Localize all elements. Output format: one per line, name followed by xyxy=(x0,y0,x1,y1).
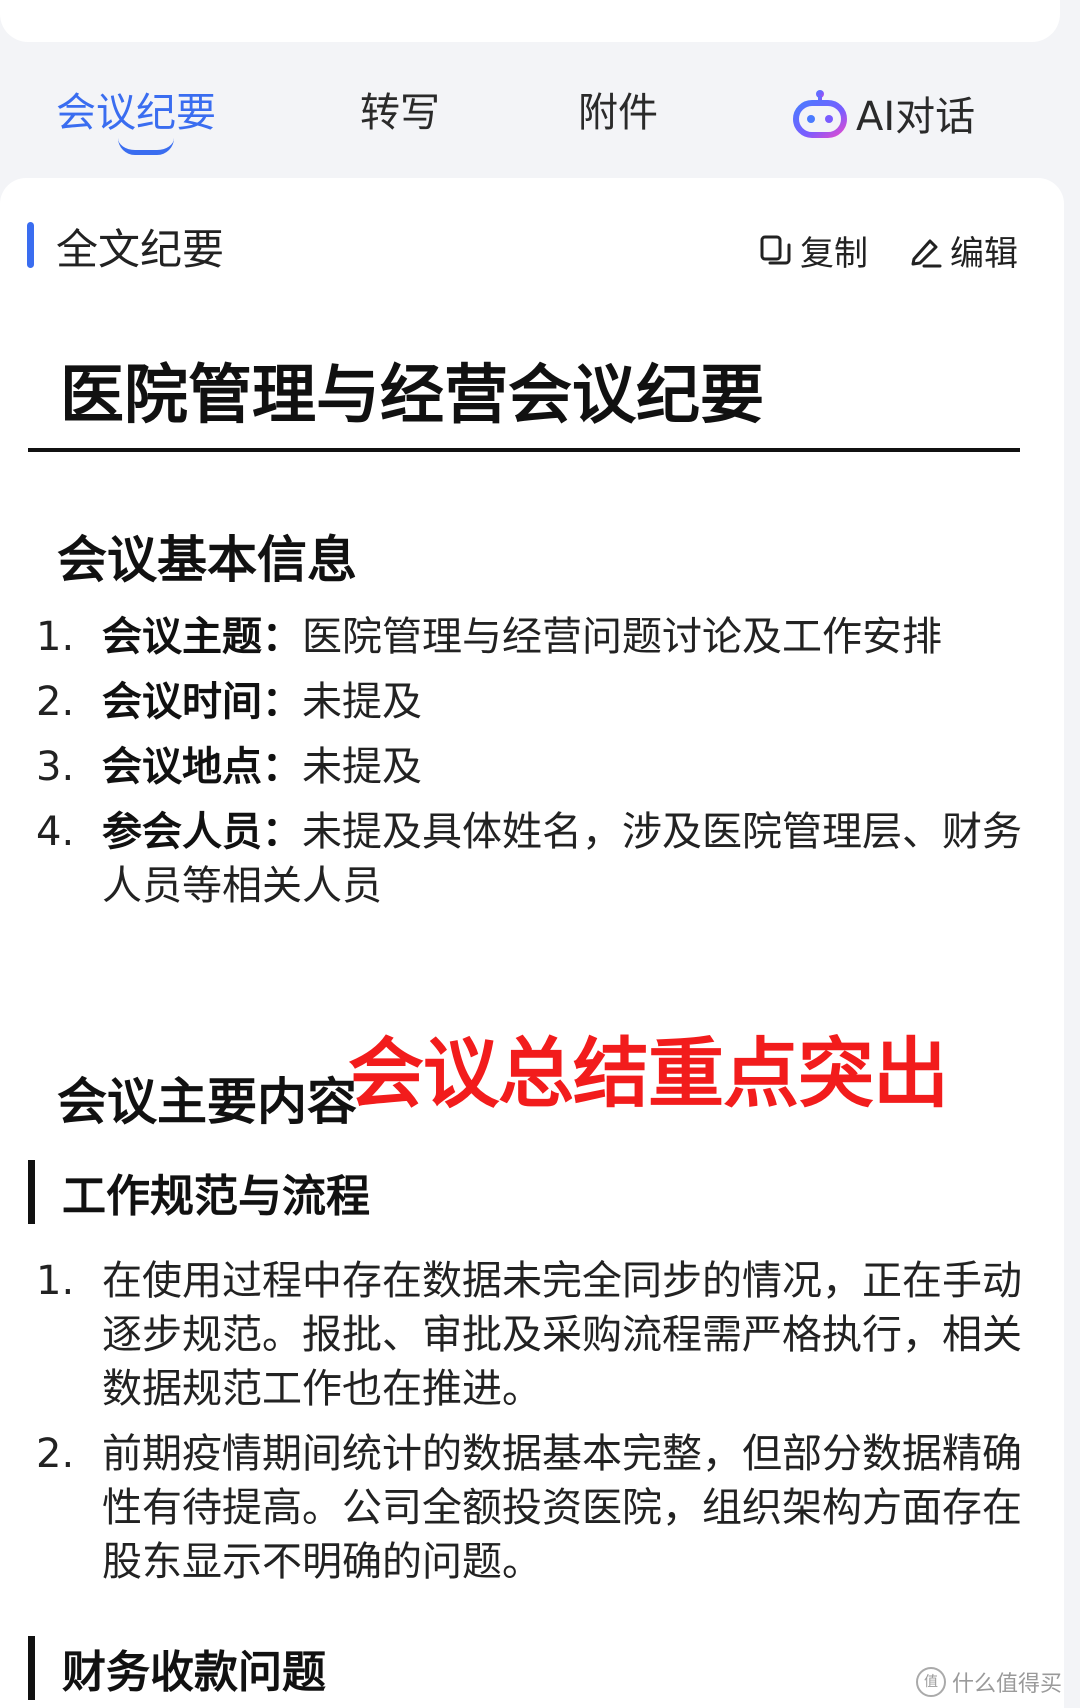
item-text: 在使用过程中存在数据未完全同步的情况，正在手动逐步规范。报批、审批及采购流程需严… xyxy=(102,1258,1022,1412)
edit-pencil-icon xyxy=(911,239,942,267)
item-label: 会议时间： xyxy=(102,679,302,725)
basic-info-list: 1. 会议主题：医院管理与经营问题讨论及工作安排 2. 会议时间：未提及 3. 会议地… xyxy=(0,610,1040,924)
edit-button[interactable]: 编辑 xyxy=(908,226,1018,275)
item-number: 4. xyxy=(36,809,75,855)
list-item: 1. 在使用过程中存在数据未完全同步的情况，正在手动逐步规范。报批、审批及采购流程… xyxy=(0,1254,1040,1416)
tab-minutes[interactable]: 会议纪要 xyxy=(56,80,216,138)
list-item: 2. 会议时间：未提及 xyxy=(0,675,1040,729)
top-card xyxy=(0,0,1060,42)
watermark: 值 什么值得买 xyxy=(915,1666,1062,1698)
item-number: 1. xyxy=(36,614,75,660)
finance-heading: 财务收款问题 xyxy=(62,1647,326,1698)
item-text: 医院管理与经营问题讨论及工作安排 xyxy=(302,614,942,660)
section-title: 全文纪要 xyxy=(56,225,225,274)
tab-transcript-label: 转写 xyxy=(360,90,440,136)
ai-robot-icon xyxy=(793,90,847,138)
subheading-bar xyxy=(28,1160,35,1224)
copy-icon xyxy=(760,235,791,264)
edit-button-label: 编辑 xyxy=(950,234,1018,274)
item-text: 前期疫情期间统计的数据基本完整，但部分数据精确性有待提高。公司全额投资医院，组织… xyxy=(102,1431,1022,1585)
item-label: 会议地点： xyxy=(102,744,302,790)
workflow-list: 1. 在使用过程中存在数据未完全同步的情况，正在手动逐步规范。报批、审批及采购流程… xyxy=(0,1254,1040,1600)
list-item: 2. 前期疫情期间统计的数据基本完整，但部分数据精确性有待提高。公司全额投资医院，… xyxy=(0,1427,1040,1589)
annotation-overlay-text: 会议总结重点突出 xyxy=(348,1029,949,1118)
document-title: 医院管理与经营会议纪要 xyxy=(60,359,764,433)
copy-button-label: 复制 xyxy=(800,234,868,274)
tab-transcript[interactable]: 转写 xyxy=(360,80,440,138)
list-item: 1. 会议主题：医院管理与经营问题讨论及工作安排 xyxy=(0,610,1040,664)
section-accent-bar xyxy=(27,222,34,268)
watermark-text: 什么值得买 xyxy=(951,1672,1062,1697)
item-number: 2. xyxy=(36,1431,75,1477)
item-number: 3. xyxy=(36,744,75,790)
subheading-bar xyxy=(28,1636,35,1700)
tab-attachments[interactable]: 附件 xyxy=(578,80,658,138)
item-label: 会议主题： xyxy=(102,614,302,660)
tab-ai-chat[interactable]: AI对话 xyxy=(792,84,975,142)
tab-attachments-label: 附件 xyxy=(578,90,658,136)
minutes-panel: 全文纪要 复制 编辑 医院管理与经营会议纪要 会议基本信息 1. 会议主题：医院管… xyxy=(0,178,1064,1708)
item-label: 参会人员： xyxy=(102,809,302,855)
tab-bar: 会议纪要 转写 附件 AI对话 xyxy=(0,66,1080,162)
watermark-logo-icon: 值 xyxy=(915,1667,946,1697)
tab-minutes-label: 会议纪要 xyxy=(56,90,216,136)
item-text: 未提及 xyxy=(302,679,422,725)
list-item: 4. 参会人员：未提及具体姓名，涉及医院管理层、财务人员等相关人员 xyxy=(0,805,1040,913)
item-number: 2. xyxy=(36,679,75,725)
item-text: 未提及 xyxy=(302,744,422,790)
workflow-heading: 工作规范与流程 xyxy=(62,1171,370,1222)
tab-ai-chat-label: AI对话 xyxy=(856,94,976,140)
main-content-heading: 会议主要内容 xyxy=(57,1073,357,1131)
copy-button[interactable]: 复制 xyxy=(758,226,868,275)
title-underline xyxy=(28,448,1020,452)
list-item: 3. 会议地点：未提及 xyxy=(0,740,1040,794)
basic-info-heading: 会议基本信息 xyxy=(57,531,357,589)
item-number: 1. xyxy=(36,1258,75,1304)
active-tab-indicator xyxy=(118,138,174,155)
